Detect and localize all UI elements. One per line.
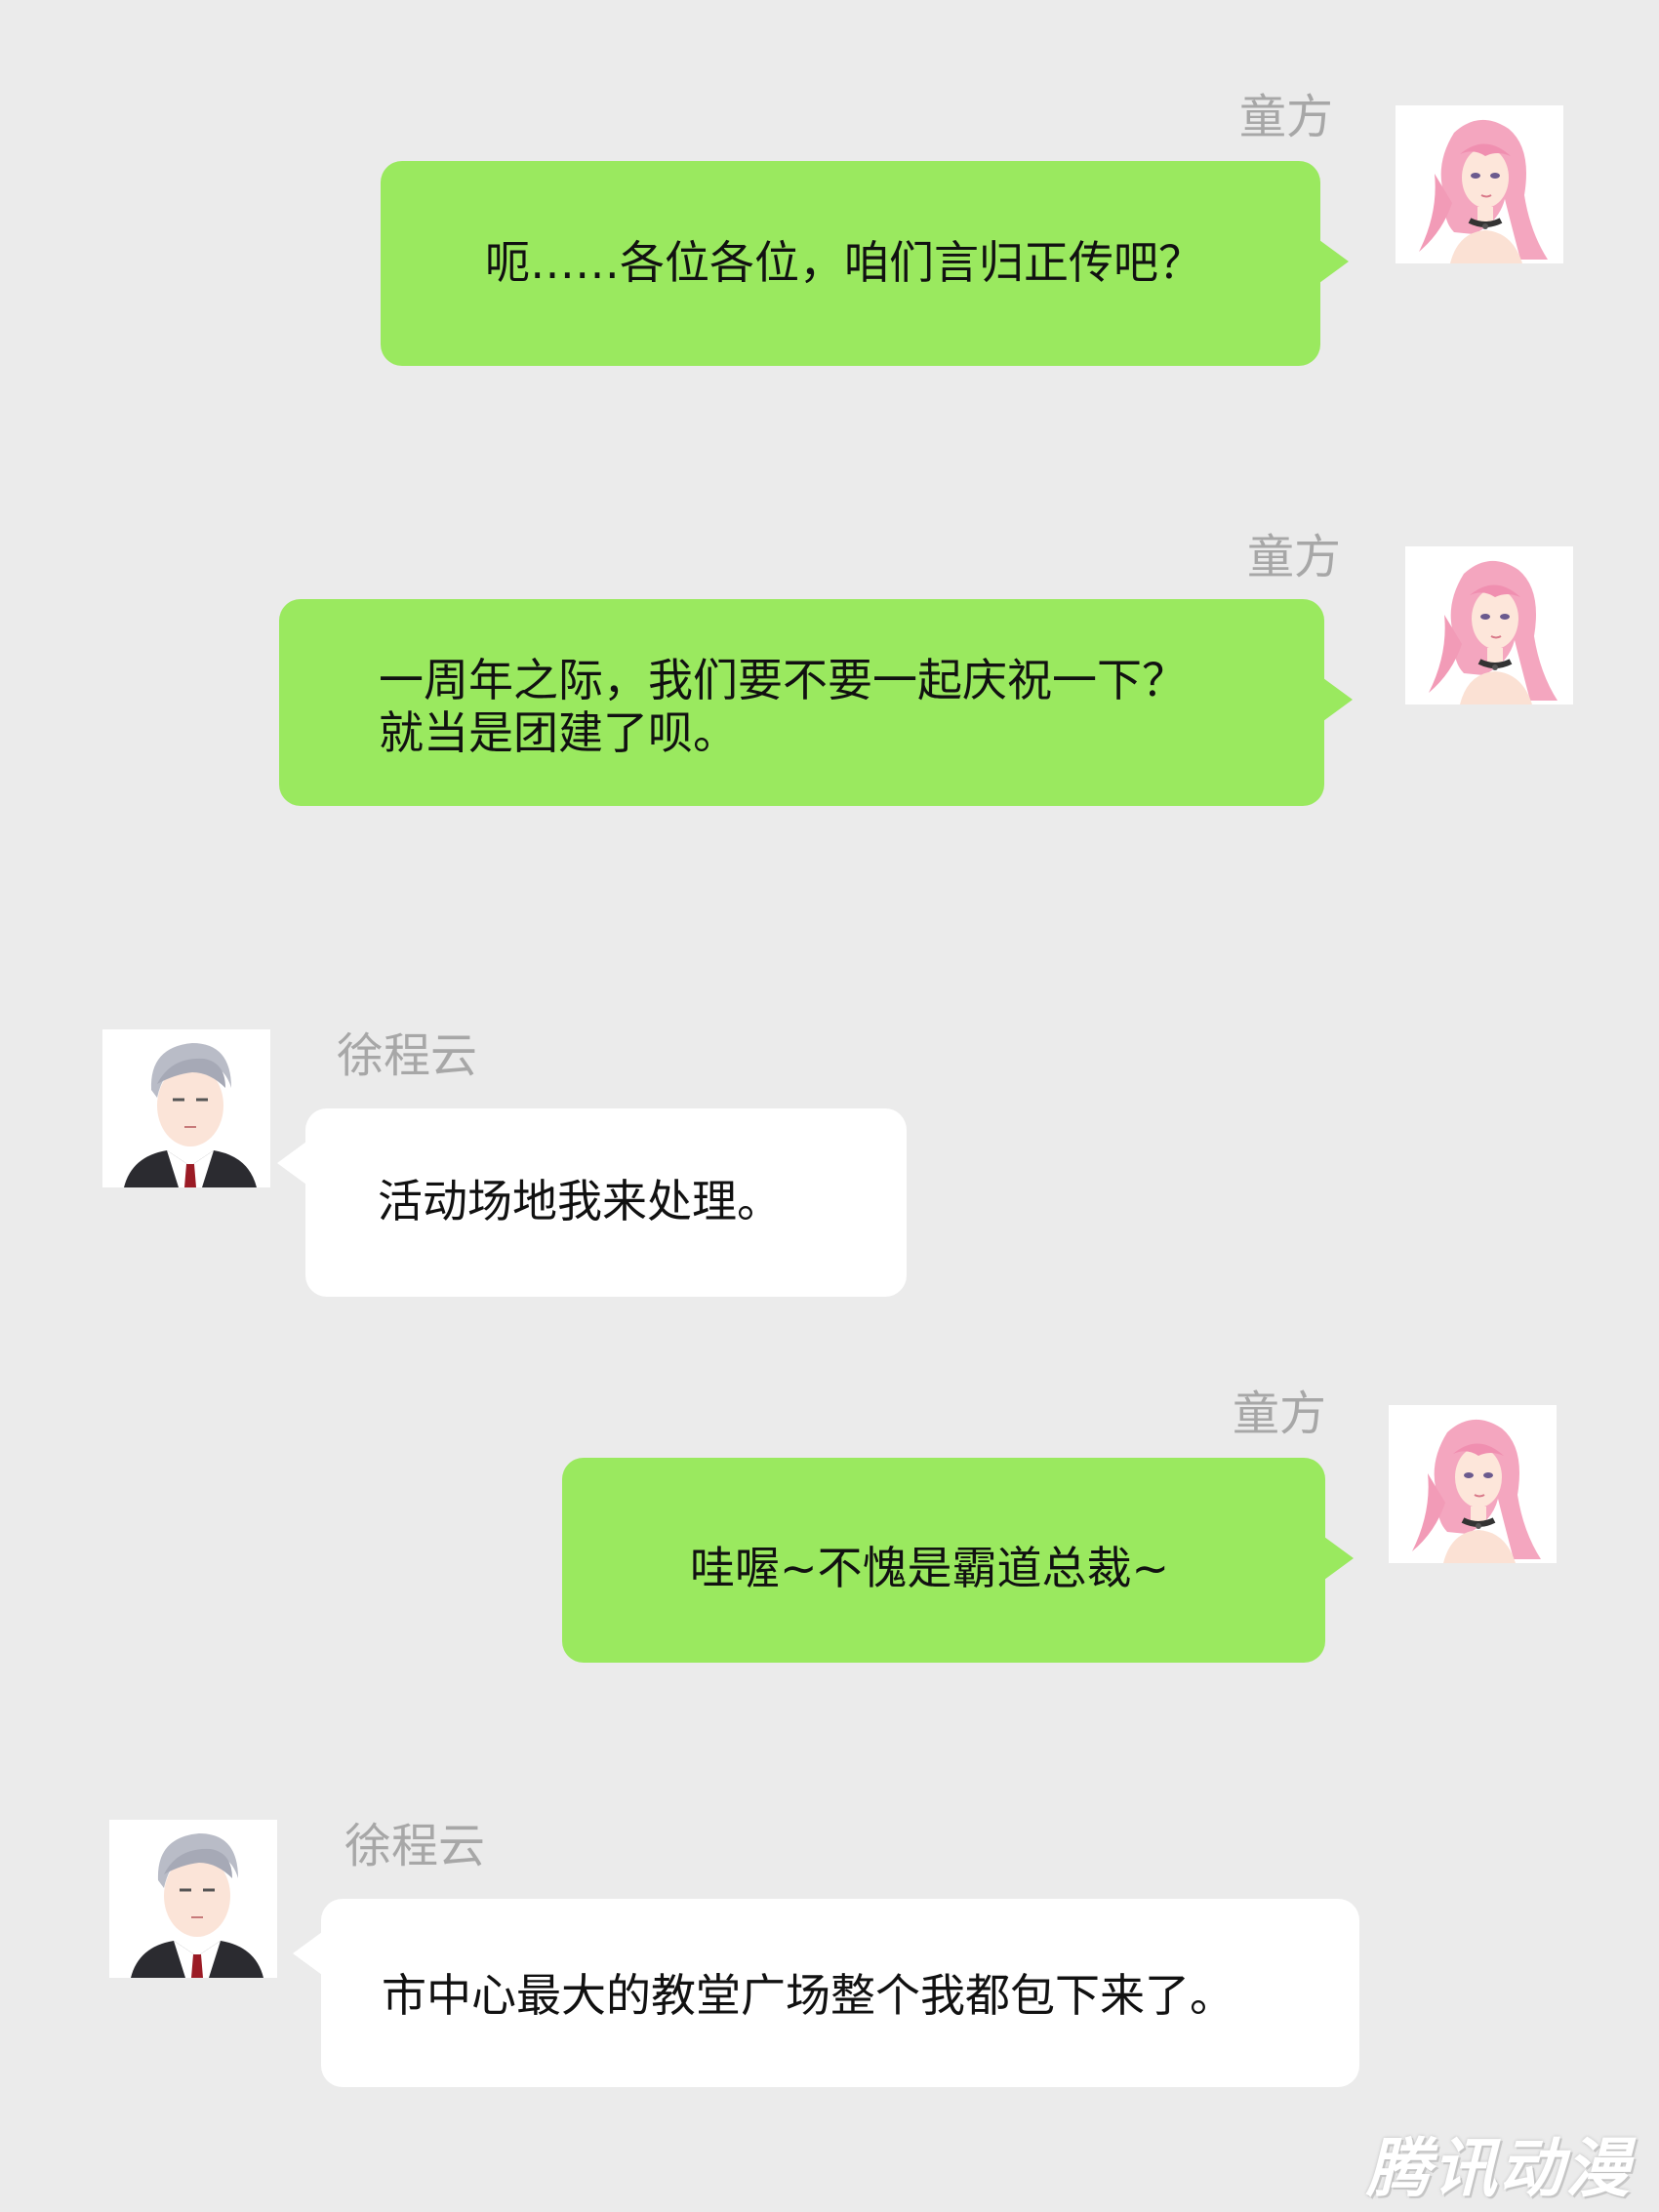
message-text: 一周年之际，我们要不要一起庆祝一下？ 就当是团建了呗。 <box>379 654 1187 760</box>
sender-name: 徐程云 <box>337 1028 478 1083</box>
message-text: 活动场地我来处理。 <box>378 1175 782 1227</box>
message-text: 哇喔~不愧是霸道总裁~ <box>690 1542 1170 1594</box>
message-bubble[interactable]: 市中心最大的教堂广场整个我都包下来了。 <box>293 1899 1359 2087</box>
watermark-logo: 腾讯动漫 <box>1366 2131 1632 2206</box>
message-bubble[interactable]: 呃……各位各位，咱们言归正传吧？ <box>381 161 1349 366</box>
message-bubble[interactable]: 哇喔~不愧是霸道总裁~ <box>562 1458 1354 1663</box>
avatar[interactable] <box>1389 1405 1557 1563</box>
avatar[interactable] <box>109 1820 277 1978</box>
message-text: 市中心最大的教堂广场整个我都包下来了。 <box>382 1969 1234 2022</box>
sender-name: 徐程云 <box>344 1819 486 1873</box>
message-bubble[interactable]: 活动场地我来处理。 <box>277 1108 907 1297</box>
avatar[interactable] <box>1396 105 1563 263</box>
message-text: 呃……各位各位，咱们言归正传吧？ <box>485 236 1203 289</box>
avatar[interactable] <box>1405 546 1573 704</box>
avatar[interactable] <box>102 1029 270 1187</box>
sender-name: 童方 <box>1233 1387 1327 1441</box>
sender-name: 童方 <box>1239 90 1334 144</box>
sender-name: 童方 <box>1247 530 1342 584</box>
message-bubble[interactable]: 一周年之际，我们要不要一起庆祝一下？ 就当是团建了呗。 <box>279 599 1353 806</box>
